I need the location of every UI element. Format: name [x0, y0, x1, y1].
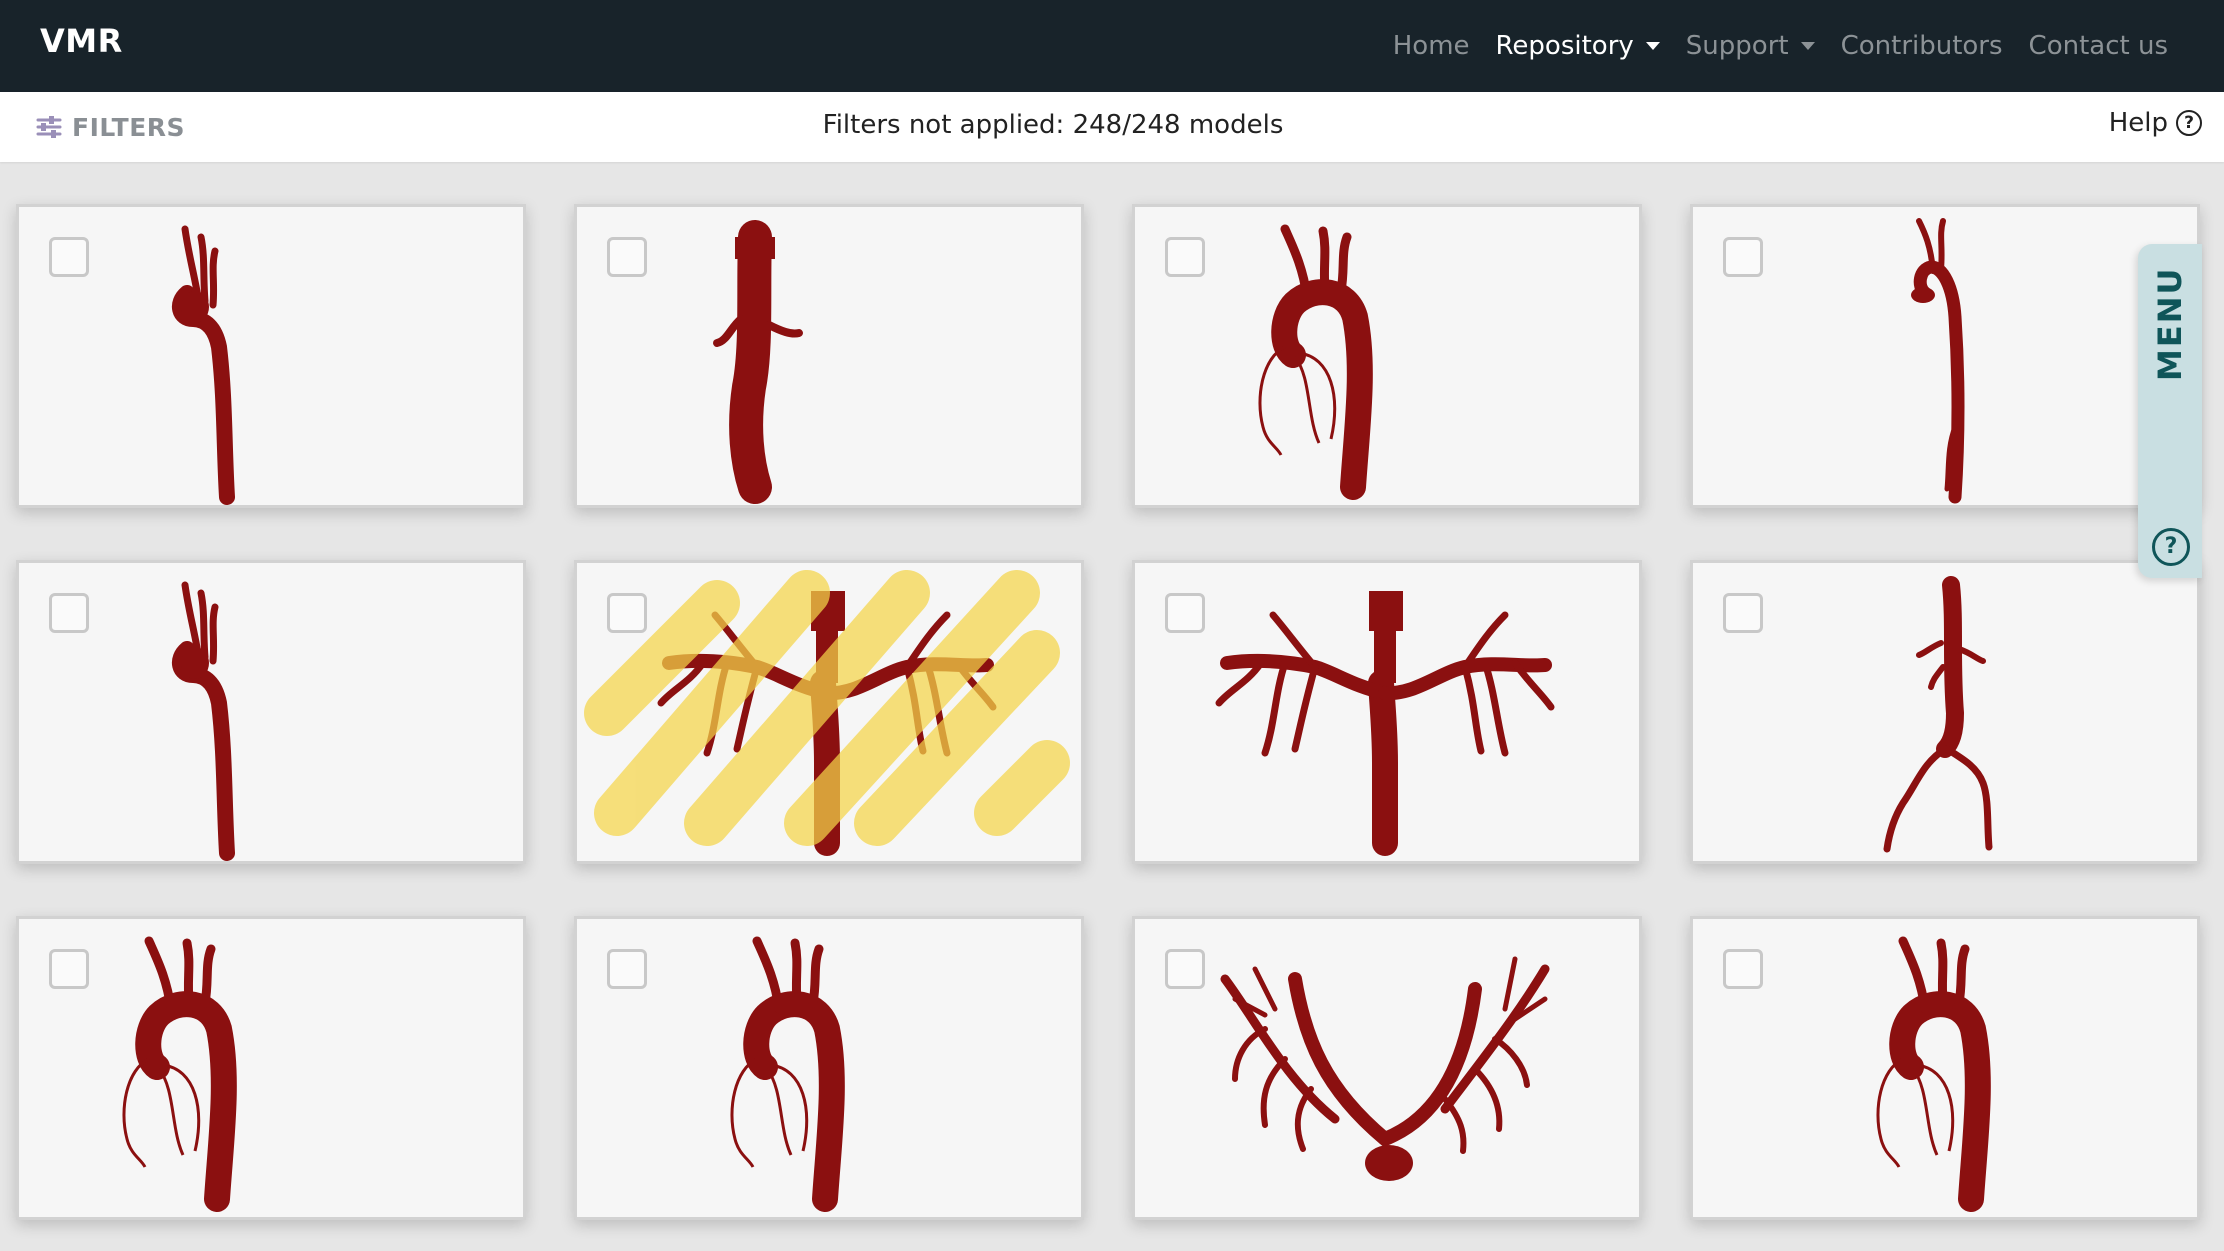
filter-status-text: Filters not applied: 248/248 models — [822, 110, 1284, 140]
vessel-model-thumbnail — [19, 207, 523, 505]
nav-home-label: Home — [1392, 31, 1470, 61]
nav-repository[interactable]: Repository — [1496, 31, 1660, 61]
filter-bar: FILTERS Filters not applied: 248/248 mod… — [0, 92, 2224, 162]
vessel-model-thumbnail — [1135, 563, 1639, 861]
vessel-model-thumbnail — [1693, 563, 2197, 861]
nav-contributors-label: Contributors — [1840, 31, 2003, 61]
side-menu-tab[interactable]: MENU ? — [2138, 244, 2202, 578]
vessel-model-thumbnail — [577, 919, 1081, 1217]
nav-links: Home Repository Support Contributors Con… — [1393, 0, 2168, 92]
model-card[interactable] — [1690, 916, 2200, 1220]
question-circle-icon: ? — [2176, 110, 2202, 136]
vessel-model-thumbnail — [19, 563, 523, 861]
caret-down-icon — [1800, 42, 1815, 50]
vessel-model-thumbnail — [1693, 919, 2197, 1217]
model-card[interactable] — [1690, 204, 2200, 508]
model-card[interactable] — [1132, 916, 1642, 1220]
nav-support-label: Support — [1685, 31, 1789, 61]
top-navbar: VMR Home Repository Support Contributors… — [0, 0, 2224, 92]
model-card[interactable] — [16, 204, 526, 508]
model-card[interactable] — [1690, 560, 2200, 864]
model-card[interactable] — [574, 204, 1084, 508]
model-card[interactable] — [16, 560, 526, 864]
vessel-model-thumbnail — [1135, 207, 1639, 505]
help-button[interactable]: Help ? — [2109, 108, 2202, 138]
nav-contact[interactable]: Contact us — [2029, 31, 2168, 61]
model-card[interactable] — [1132, 204, 1642, 508]
model-card[interactable] — [1132, 560, 1642, 864]
caret-down-icon — [1645, 42, 1660, 50]
vessel-model-thumbnail — [19, 919, 523, 1217]
nav-repository-label: Repository — [1495, 31, 1634, 61]
nav-home[interactable]: Home — [1393, 31, 1470, 61]
model-card-highlighted[interactable] — [574, 560, 1084, 864]
brand-logo[interactable]: VMR — [40, 22, 123, 60]
nav-contributors[interactable]: Contributors — [1841, 31, 2003, 61]
help-label: Help — [2108, 108, 2168, 138]
nav-support[interactable]: Support — [1686, 31, 1815, 61]
nav-contact-label: Contact us — [2028, 31, 2168, 61]
model-card[interactable] — [16, 916, 526, 1220]
question-circle-icon[interactable]: ? — [2152, 528, 2190, 566]
vessel-model-thumbnail — [577, 207, 1081, 505]
side-menu-label: MENU — [2151, 266, 2189, 381]
model-card[interactable] — [574, 916, 1084, 1220]
vessel-model-thumbnail — [584, 570, 1070, 861]
vessel-model-thumbnail — [1693, 207, 2197, 505]
vessel-model-thumbnail — [1135, 919, 1639, 1217]
